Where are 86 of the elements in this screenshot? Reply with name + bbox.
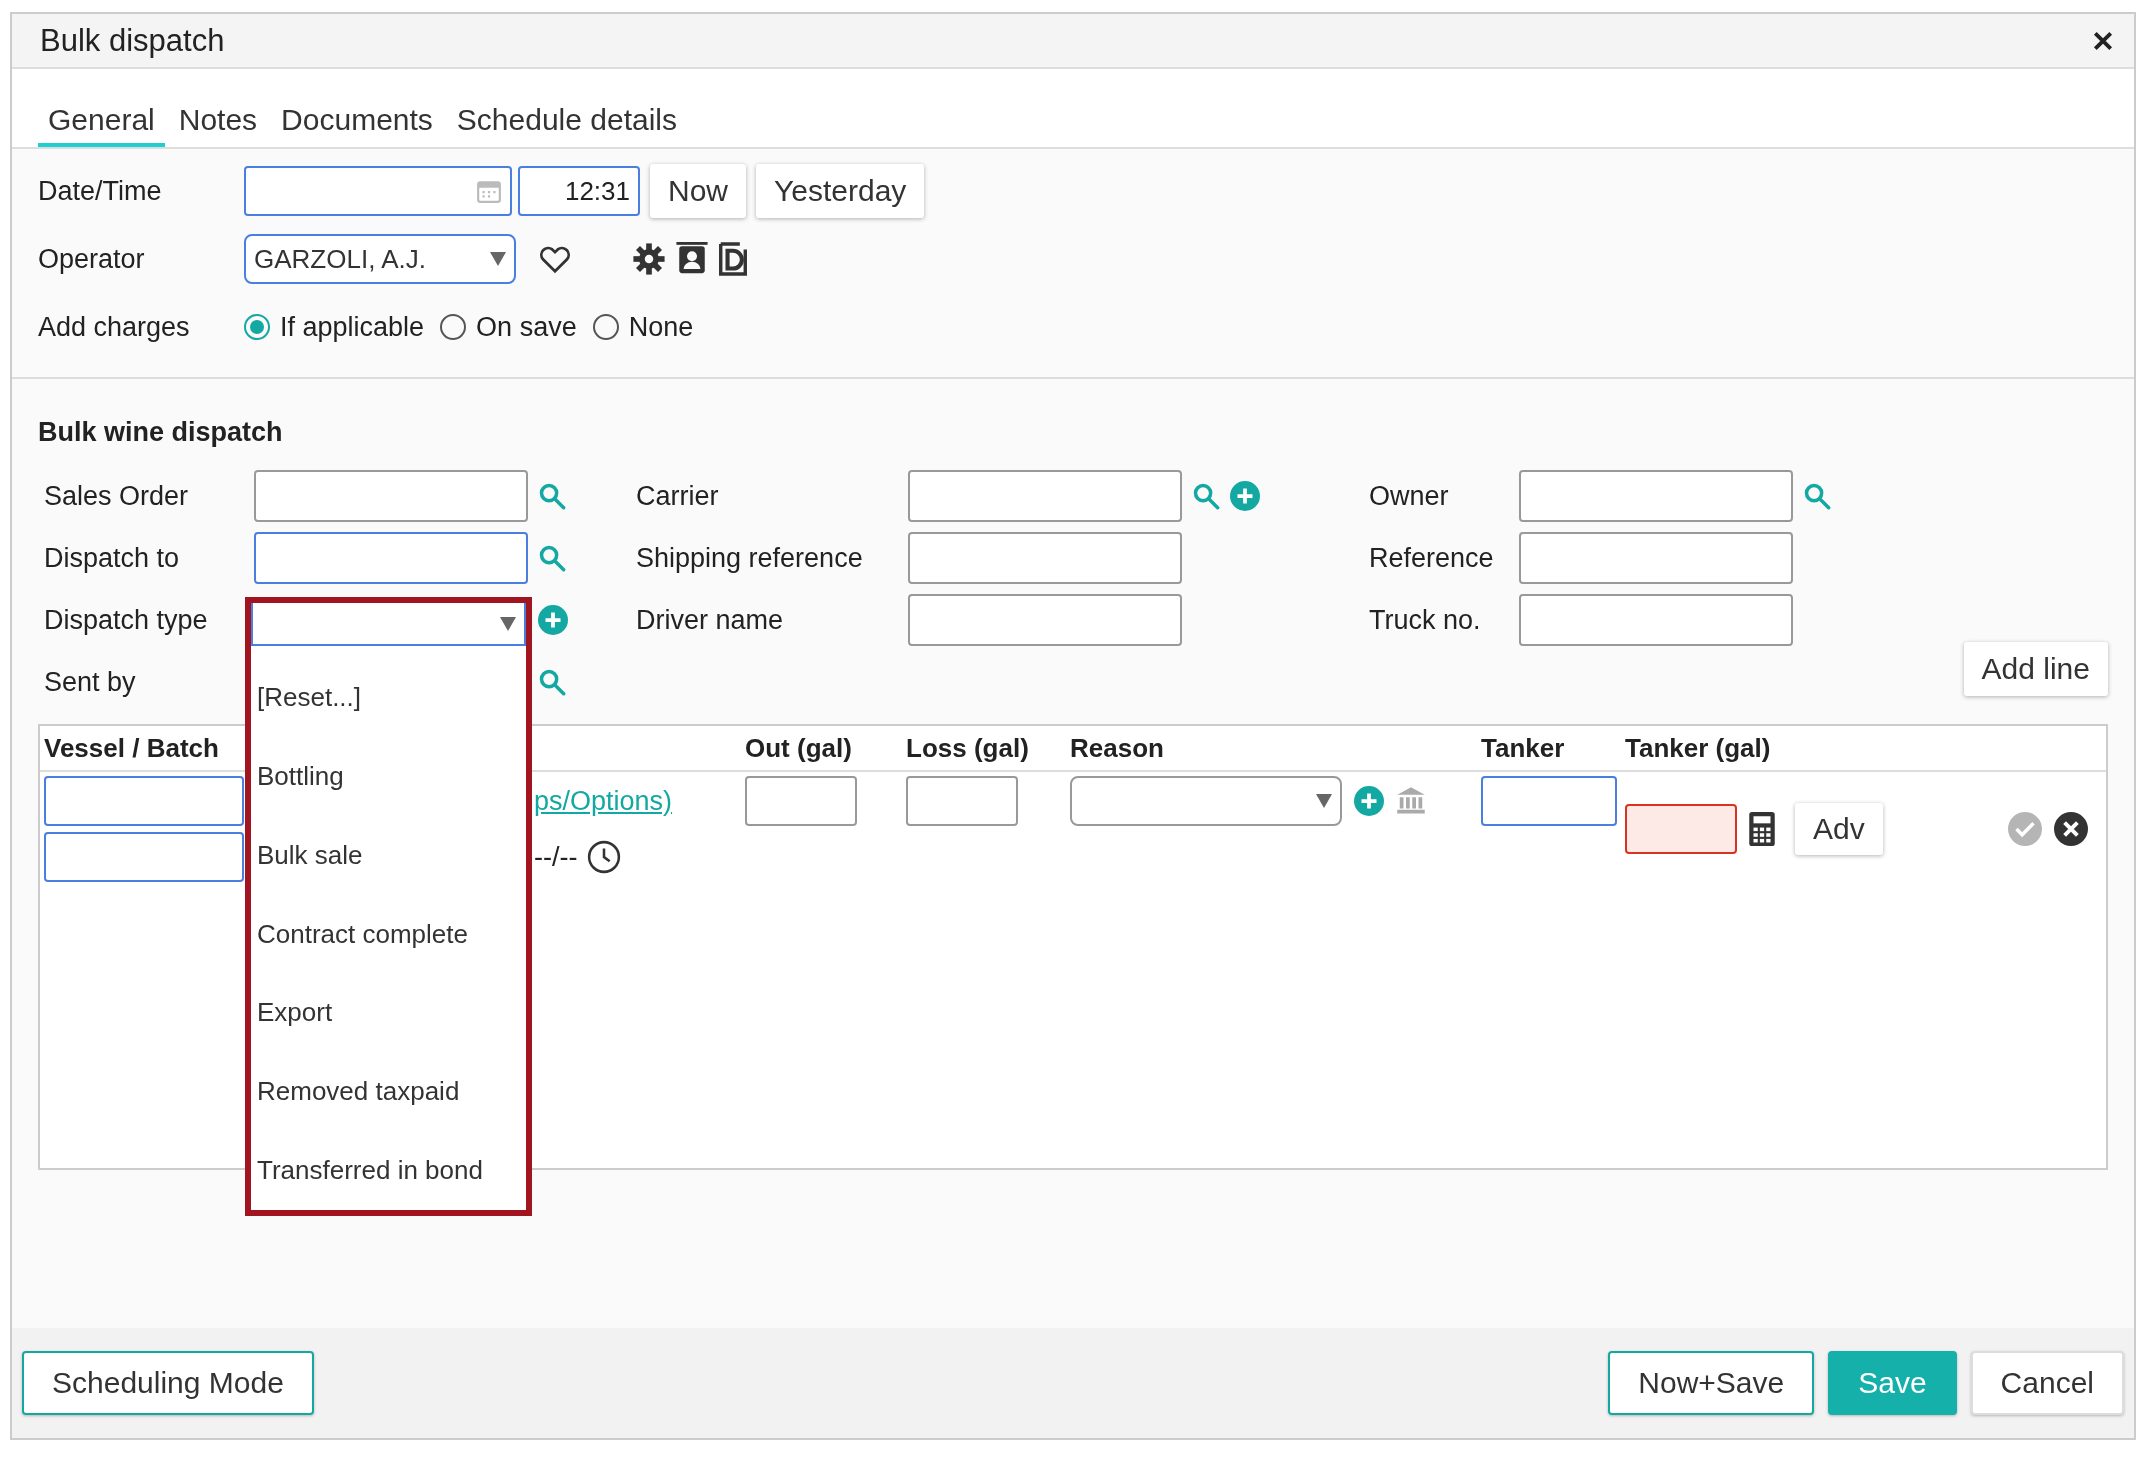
- search-icon[interactable]: [538, 668, 566, 696]
- time-field[interactable]: 12:31: [518, 166, 640, 216]
- text-field[interactable]: [908, 470, 1182, 522]
- menu-option[interactable]: Bulk sale: [251, 815, 526, 895]
- field-label: Driver name: [636, 604, 785, 636]
- footer-button[interactable]: Now+Save: [1608, 1351, 1815, 1415]
- menu-option[interactable]: Removed taxpaid: [251, 1052, 526, 1132]
- document-icon[interactable]: [718, 242, 748, 276]
- column-header: Loss (gal): [906, 732, 1030, 764]
- tab[interactable]: Notes: [168, 103, 268, 147]
- add-icon[interactable]: [538, 605, 568, 635]
- field-label: Owner: [1369, 480, 1450, 512]
- adv-button[interactable]: Adv: [1795, 803, 1883, 855]
- section-heading: Bulk wine dispatch: [38, 417, 284, 448]
- radio-label: None: [628, 311, 694, 343]
- column-header: Tanker: [1481, 732, 1566, 764]
- date-field[interactable]: [244, 166, 512, 216]
- column-header: Reason: [1070, 732, 1165, 764]
- footer-button[interactable]: Scheduling Mode: [22, 1351, 314, 1415]
- search-icon[interactable]: [1192, 482, 1220, 510]
- window-title: Bulk dispatch: [40, 22, 225, 59]
- menu-option[interactable]: [Reset...]: [251, 658, 526, 738]
- radio-button[interactable]: [440, 314, 467, 340]
- add-icon[interactable]: [1230, 481, 1260, 511]
- calendar-icon[interactable]: [476, 178, 502, 204]
- menu-option[interactable]: Export: [251, 973, 526, 1053]
- field-label: Sales Order: [44, 480, 190, 512]
- column-header: Tanker (gal): [1625, 732, 1772, 764]
- add-icon[interactable]: [1354, 786, 1384, 816]
- gear-icon[interactable]: [632, 242, 666, 276]
- text-field[interactable]: [1519, 532, 1793, 584]
- field-label: Dispatch type: [44, 604, 209, 636]
- contact-card-icon[interactable]: [676, 242, 708, 276]
- radio-label: On save: [476, 311, 577, 343]
- menu-option[interactable]: Transferred in bond: [251, 1131, 526, 1210]
- search-icon[interactable]: [538, 544, 566, 572]
- column-header: Vessel / Batch: [43, 732, 220, 764]
- menu-option[interactable]: Contract complete: [251, 894, 526, 974]
- caret-icon[interactable]: [1316, 794, 1332, 808]
- heart-icon[interactable]: [538, 244, 572, 274]
- field-label: Truck no.: [1369, 604, 1482, 636]
- check-icon[interactable]: [2008, 812, 2042, 846]
- tab[interactable]: Schedule details: [446, 103, 687, 147]
- search-icon[interactable]: [1803, 482, 1831, 510]
- column-header: Out (gal): [745, 732, 853, 764]
- radio-button[interactable]: [592, 314, 619, 340]
- tab[interactable]: General: [38, 103, 165, 147]
- radio-label: If applicable: [280, 311, 425, 343]
- search-icon[interactable]: [538, 482, 566, 510]
- time-text: --/--: [534, 841, 578, 873]
- date-button[interactable]: Yesterday: [756, 164, 925, 218]
- text-field[interactable]: [254, 532, 528, 584]
- radio-button[interactable]: [244, 314, 270, 340]
- loss-field[interactable]: [906, 776, 1018, 826]
- calculator-icon[interactable]: [1749, 812, 1775, 846]
- remove-icon[interactable]: [2054, 812, 2088, 846]
- field-label: Dispatch to: [44, 542, 181, 574]
- field-label: Date/Time: [38, 175, 163, 207]
- caret-icon[interactable]: [490, 252, 506, 266]
- close-icon[interactable]: [2092, 29, 2114, 52]
- operator-select[interactable]: GARZOLI, A.J.: [244, 234, 516, 284]
- menu-option[interactable]: Bottling: [251, 737, 526, 816]
- tab[interactable]: Documents: [271, 103, 443, 147]
- tanker-gal-field[interactable]: [1625, 804, 1737, 854]
- batch-field[interactable]: [44, 832, 244, 882]
- tanker-field[interactable]: [1481, 776, 1617, 826]
- field-label: Carrier: [636, 480, 720, 512]
- text-field[interactable]: [1519, 594, 1793, 646]
- field-label: Add charges: [38, 311, 191, 343]
- bank-icon[interactable]: [1396, 786, 1426, 816]
- text-field[interactable]: [908, 532, 1182, 584]
- text-field[interactable]: [254, 470, 528, 522]
- reason-select[interactable]: [1070, 776, 1342, 826]
- date-button[interactable]: Now: [650, 164, 746, 218]
- footer-button[interactable]: Cancel: [1970, 1351, 2124, 1415]
- field-label: Reference: [1369, 542, 1495, 574]
- caret-icon[interactable]: [500, 616, 516, 631]
- clock-icon[interactable]: [587, 840, 622, 874]
- text-field[interactable]: [908, 594, 1182, 646]
- out-field[interactable]: [745, 776, 857, 826]
- text-field[interactable]: [1519, 470, 1793, 522]
- add-line-button[interactable]: Add line: [1963, 642, 2108, 696]
- field-label: Shipping reference: [636, 542, 864, 574]
- field-label: Operator: [38, 243, 146, 275]
- vessel-field[interactable]: [44, 776, 244, 826]
- field-label: Sent by: [44, 666, 137, 698]
